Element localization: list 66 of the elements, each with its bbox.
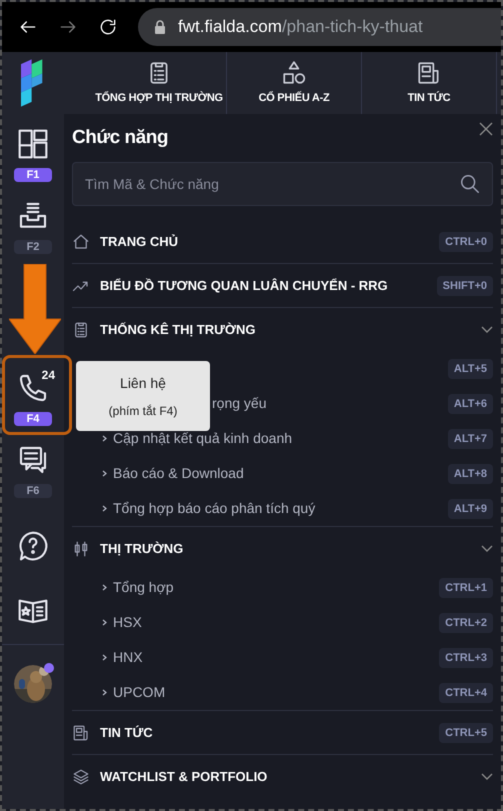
shortcut-badge: ALT+7 — [448, 428, 493, 448]
chat-icon — [17, 444, 49, 476]
news-icon — [72, 724, 90, 742]
shortcut-badge: CTRL+4 — [439, 682, 493, 702]
bullet-icon — [102, 654, 107, 661]
menu-item[interactable]: TIN TỨC CTRL+5 — [72, 711, 493, 754]
menu-item[interactable]: BIỂU ĐỒ TƯƠNG QUAN LUÂN CHUYỂN - RRG SHIFT+0 — [72, 264, 493, 307]
address-bar[interactable]: fwt.fialda.com/phan-tich-ky-thuat — [138, 8, 501, 46]
lock-icon — [154, 19, 166, 35]
shortcut-badge: ALT+6 — [448, 394, 493, 414]
bullet-icon — [102, 505, 107, 512]
bullet-icon — [102, 470, 107, 477]
menu-item[interactable]: THỊ TRƯỜNG — [72, 527, 493, 570]
menu-item[interactable]: THỐNG KÊ THỊ TRƯỜNG — [72, 308, 493, 351]
shortcut-badge: CTRL+2 — [439, 612, 493, 632]
submenu-link[interactable]: Cập nhật kết quả kinh doanh — [113, 430, 292, 446]
search-icon[interactable] — [459, 173, 481, 195]
shortcut-key: F2 — [14, 240, 52, 254]
shortcut-badge: CTRL+0 — [439, 232, 493, 252]
shortcut-key: F4 — [14, 412, 52, 426]
bullet-icon — [102, 435, 107, 442]
dashboard-icon — [17, 128, 49, 160]
sidebar-item[interactable]: F1 — [9, 128, 57, 182]
shortcut-badge: ALT+5 — [448, 358, 493, 378]
submenu-link[interactable]: UPCOM — [113, 684, 166, 700]
submenu-link[interactable]: Tổng hợp — [113, 578, 174, 594]
submenu-link[interactable]: HNX — [113, 648, 143, 664]
bullet-icon — [102, 619, 107, 626]
bullet-icon — [102, 584, 107, 591]
chevron-down-icon[interactable] — [481, 772, 493, 780]
shortcut-key: F1 — [14, 168, 52, 182]
sidebar-item[interactable]: F2 — [9, 200, 57, 254]
shortcut-badge: CTRL+5 — [439, 722, 493, 742]
submenu-link[interactable]: HSX — [113, 614, 142, 630]
sidebar-item[interactable]: F6 — [9, 444, 57, 498]
nav-tab[interactable]: TỔNG HỢP THỊ TRƯỜNG — [92, 52, 227, 114]
chevron-down-icon[interactable] — [481, 326, 493, 334]
shortcut-badge: ALT+8 — [448, 464, 493, 484]
menu-item[interactable]: WATCHLIST & PORTFOLIO — [72, 755, 493, 798]
home-icon — [72, 232, 90, 250]
submenu-link[interactable]: Tổng hợp báo cáo phân tích quý — [113, 500, 316, 516]
tooltip-title: Liên hệ — [120, 374, 166, 392]
nav-tab[interactable]: CỔ PHIẾU A-Z — [227, 52, 362, 114]
bullet-icon — [102, 689, 107, 696]
tooltip-hint: (phím tắt F4) — [108, 402, 178, 420]
shortcut-badge: ALT+9 — [448, 498, 493, 518]
close-icon[interactable] — [479, 122, 493, 136]
panel-title: Chức năng — [72, 126, 168, 150]
submenu-link[interactable]: rọng yếu — [212, 394, 266, 410]
chevron-down-icon[interactable] — [481, 544, 493, 552]
shapes-icon — [281, 60, 307, 86]
shortcut-key: F6 — [14, 484, 52, 498]
candlestick-icon — [72, 540, 90, 558]
reload-icon[interactable] — [98, 17, 118, 37]
submenu-link[interactable]: Báo cáo & Download — [113, 464, 244, 480]
url-text: fwt.fialda.com/phan-tich-ky-thuat — [178, 16, 423, 38]
layers-icon — [72, 768, 90, 786]
shortcut-badge: CTRL+3 — [439, 648, 493, 668]
shortcut-badge: SHIFT+0 — [436, 276, 493, 296]
menu-item[interactable]: TRANG CHỦ CTRL+0 — [72, 220, 493, 263]
search-field[interactable]: Tìm Mã & Chức năng — [72, 162, 493, 206]
nav-tab[interactable]: TIN TỨC — [362, 52, 497, 114]
user-avatar[interactable] — [14, 665, 52, 703]
clipboard-icon — [72, 320, 90, 338]
help-icon — [17, 530, 49, 562]
shortcut-badge: CTRL+1 — [439, 578, 493, 598]
